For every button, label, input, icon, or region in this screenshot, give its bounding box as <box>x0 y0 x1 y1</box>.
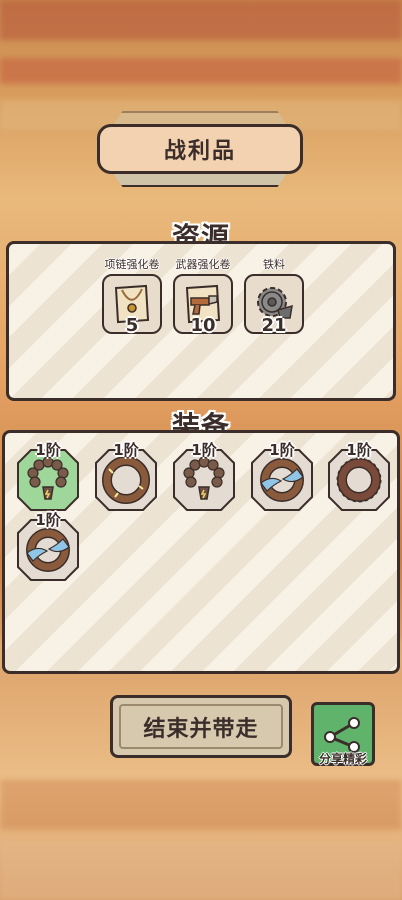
equipment-item[interactable]: 1阶 <box>251 441 313 511</box>
resource-icon-frame: 21 <box>244 274 304 336</box>
resource-item[interactable]: 武器强化卷 10 <box>172 256 234 336</box>
resource-item[interactable]: 铁料 21 <box>243 256 305 336</box>
resource-count: 5 <box>125 315 139 336</box>
resource-name: 武器强化卷 <box>175 258 231 271</box>
resource-icon-frame: 5 <box>102 274 162 336</box>
item-level: 1阶 <box>346 441 372 459</box>
item-level: 1阶 <box>35 511 61 529</box>
share-button[interactable]: 分享精彩 <box>311 702 375 766</box>
resource-name: 项链强化卷 <box>104 258 160 271</box>
share-button-label: 分享精彩 <box>318 752 367 766</box>
resources-panel: 项链强化卷 5 武器强化卷 10 铁料 21 <box>6 241 396 401</box>
resource-icon-frame: 10 <box>173 274 233 336</box>
background-stripe <box>0 58 402 84</box>
finish-and-take-button[interactable]: 结束并带走 <box>110 695 292 758</box>
loot-title: 战利品 <box>163 139 236 164</box>
background-stripe <box>0 840 402 900</box>
equipment-item[interactable]: 1阶 <box>95 441 157 511</box>
resource-item[interactable]: 项链强化卷 5 <box>101 256 163 336</box>
equipment-item[interactable]: 1阶 <box>17 511 79 581</box>
resource-count: 10 <box>190 315 216 336</box>
equipment-panel: 1阶 1阶 1阶 1阶 1阶 1阶 <box>2 430 400 674</box>
finish-button-label: 结束并带走 <box>143 716 259 742</box>
item-level: 1阶 <box>269 441 295 459</box>
item-level: 1阶 <box>191 441 217 459</box>
equipment-item[interactable]: 1阶 <box>328 441 390 511</box>
background-stripe <box>0 780 402 830</box>
resource-count: 21 <box>261 315 287 336</box>
item-level: 1阶 <box>35 441 61 459</box>
resource-name: 铁料 <box>263 258 285 271</box>
background-stripe <box>0 0 402 40</box>
loot-banner: 战利品 <box>97 124 303 174</box>
equipment-item[interactable]: 1阶 <box>173 441 235 511</box>
equipment-item[interactable]: 1阶 <box>17 441 79 511</box>
item-level: 1阶 <box>113 441 139 459</box>
